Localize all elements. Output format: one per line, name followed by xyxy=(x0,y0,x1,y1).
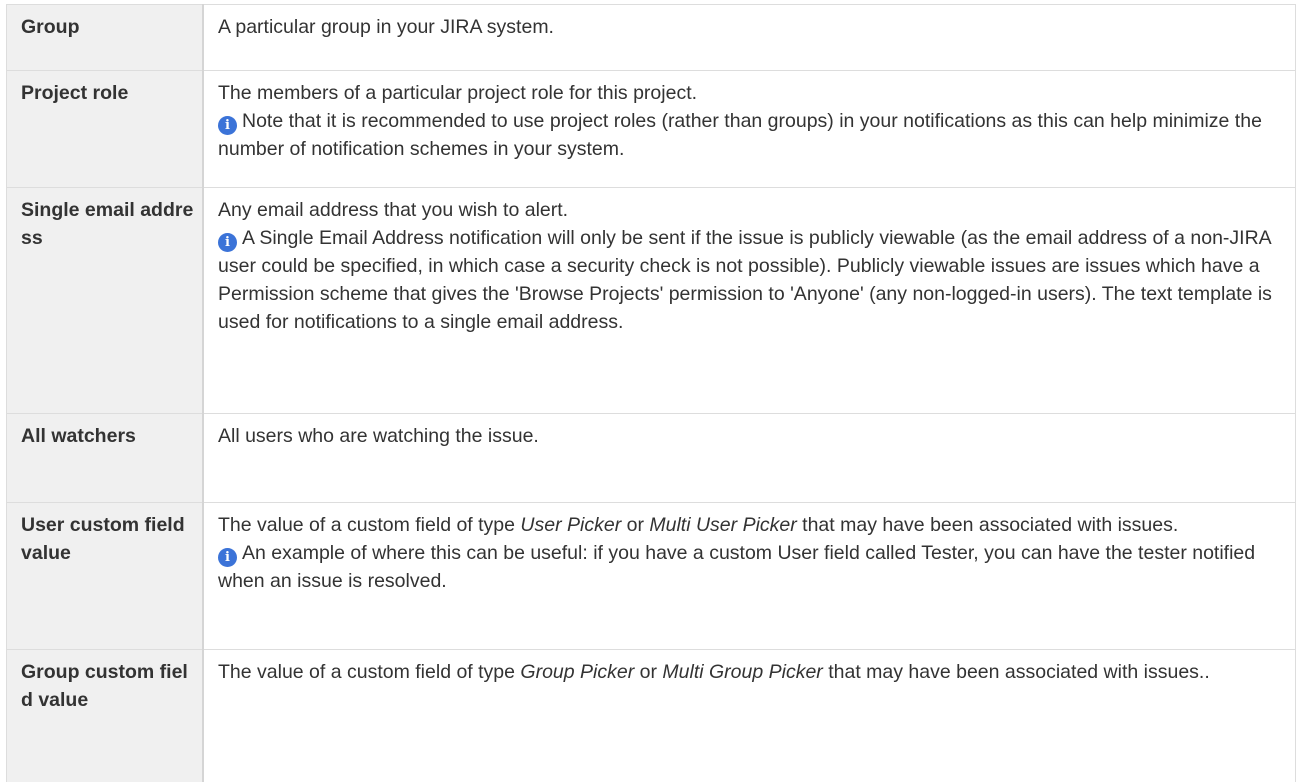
row-description: All users who are watching the issue. xyxy=(203,413,1296,503)
row-header-user-custom-field-value: User custom field value xyxy=(6,502,204,650)
info-icon: i xyxy=(218,233,237,252)
row-description: The value of a custom field of type User… xyxy=(203,502,1296,650)
note-text: An example of where this can be useful: … xyxy=(218,542,1256,592)
description-text: Any email address that you wish to alert… xyxy=(218,199,569,221)
table-row: All watchers All users who are watching … xyxy=(6,413,1296,503)
description-text-part: that may have been associated with issue… xyxy=(822,661,1210,683)
table-row: Single email address Any email address t… xyxy=(6,187,1296,414)
note-text: A Single Email Address notification will… xyxy=(218,227,1272,333)
description-text-part: that may have been associated with issue… xyxy=(796,514,1179,536)
row-description: A particular group in your JIRA system. xyxy=(203,4,1296,71)
table-row: Group custom field value The value of a … xyxy=(6,649,1296,782)
row-header-single-email-address: Single email address xyxy=(6,187,204,414)
row-header-project-role: Project role xyxy=(6,70,204,188)
note-text: Note that it is recommended to use proje… xyxy=(218,110,1262,160)
description-text-part: The value of a custom field of type xyxy=(218,514,521,536)
description-text-part: or xyxy=(621,514,650,536)
row-description: The members of a particular project role… xyxy=(203,70,1296,188)
description-text: A particular group in your JIRA system. xyxy=(218,16,554,38)
table-row: Project role The members of a particular… xyxy=(6,70,1296,188)
info-icon: i xyxy=(218,548,237,567)
table-row: User custom field value The value of a c… xyxy=(6,502,1296,650)
field-type-group-picker: Group Picker xyxy=(520,661,635,683)
description-text: The members of a particular project role… xyxy=(218,82,698,104)
description-text-part: The value of a custom field of type xyxy=(218,661,521,683)
row-header-group-custom-field-value: Group custom field value xyxy=(6,649,204,782)
info-icon: i xyxy=(218,116,237,135)
row-description: Any email address that you wish to alert… xyxy=(203,187,1296,414)
row-description: The value of a custom field of type Grou… xyxy=(203,649,1296,782)
page: Group A particular group in your JIRA sy… xyxy=(6,4,1296,782)
table-row: Group A particular group in your JIRA sy… xyxy=(6,4,1296,71)
description-text: All users who are watching the issue. xyxy=(218,425,539,447)
notification-types-table: Group A particular group in your JIRA sy… xyxy=(6,4,1296,782)
field-type-multi-group-picker: Multi Group Picker xyxy=(662,661,823,683)
row-header-group: Group xyxy=(6,4,204,71)
field-type-multi-user-picker: Multi User Picker xyxy=(649,514,797,536)
row-header-all-watchers: All watchers xyxy=(6,413,204,503)
description-text-part: or xyxy=(634,661,663,683)
field-type-user-picker: User Picker xyxy=(520,514,622,536)
